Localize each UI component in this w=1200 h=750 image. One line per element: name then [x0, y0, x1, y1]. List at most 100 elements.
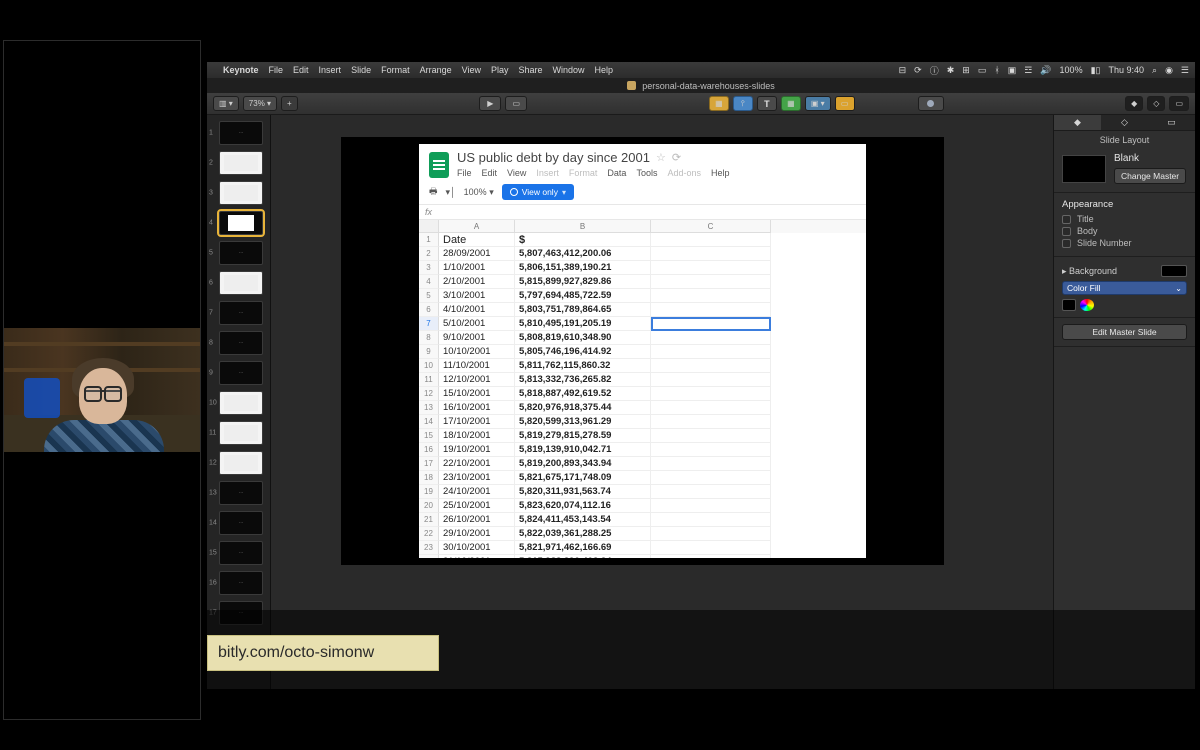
slide-thumbnail[interactable]: 15···	[219, 541, 264, 565]
slide-thumbnail[interactable]: 17···	[219, 601, 264, 625]
edit-master-slide-button[interactable]: Edit Master Slide	[1062, 324, 1187, 340]
menu-format[interactable]: Format	[381, 65, 410, 75]
insert-text-button[interactable]: T	[757, 96, 777, 111]
slide-thumbnail[interactable]: 13···	[219, 481, 264, 505]
collaborate-button[interactable]	[918, 96, 944, 111]
sheets-menu-item: Add-ons	[667, 168, 701, 178]
table-row: 1215/10/20015,818,887,492,619.52	[419, 387, 866, 401]
slide-thumbnail[interactable]: 7···	[219, 301, 264, 325]
sheets-menu-item: File	[457, 168, 472, 178]
background-swatch[interactable]	[1161, 265, 1187, 277]
notifications-icon[interactable]: ☰	[1181, 65, 1189, 76]
play-button[interactable]: ▶	[479, 96, 501, 111]
table-row: 1518/10/20015,819,279,815,278.59	[419, 429, 866, 443]
table-row: 2126/10/20015,824,411,453,143.54	[419, 513, 866, 527]
evernote-icon[interactable]: ✱	[947, 65, 955, 76]
display-icon[interactable]: ▭	[978, 65, 987, 76]
bluetooth-icon[interactable]: ᚼ	[994, 65, 999, 75]
animate-inspector-button[interactable]: ◇	[1147, 96, 1165, 111]
info-icon[interactable]: ⓘ	[930, 64, 939, 77]
menu-play[interactable]: Play	[491, 65, 509, 75]
master-name: Blank	[1114, 153, 1186, 164]
zoom-button[interactable]: 73% ▾	[243, 96, 277, 111]
volume-icon[interactable]: 🔊	[1040, 65, 1051, 76]
format-inspector-button[interactable]: ◆	[1125, 96, 1143, 111]
battery-pct[interactable]: 100%	[1060, 65, 1083, 75]
insert-chart-button[interactable]: ⫯	[733, 96, 753, 111]
insert-media-button[interactable]: ▣ ▾	[805, 96, 831, 111]
change-master-button[interactable]: Change Master	[1114, 168, 1186, 184]
view-mode-button[interactable]: ▥ ▾	[213, 96, 239, 111]
inspector-tab-document[interactable]: ▭	[1148, 115, 1195, 130]
master-preview	[1062, 155, 1106, 183]
table-row: 228/09/20015,807,463,412,200.06	[419, 247, 866, 261]
slide-thumbnail[interactable]: 10	[219, 391, 264, 415]
sheets-menu-item: View	[507, 168, 526, 178]
menu-view[interactable]: View	[462, 65, 481, 75]
slide-thumbnail[interactable]: 11	[219, 421, 264, 445]
background-label[interactable]: Background	[1069, 266, 1117, 276]
table-row: 89/10/20015,808,819,610,348.90	[419, 331, 866, 345]
table-row: 2025/10/20015,823,620,074,112.16	[419, 499, 866, 513]
insert-comment-button[interactable]: ▭	[835, 96, 855, 111]
slide-thumbnail[interactable]: 2	[219, 151, 264, 175]
color-swatch-black[interactable]	[1062, 299, 1076, 311]
sheets-menu-item: Help	[711, 168, 730, 178]
table-row: 2431/10/20015,815,983,290,402.24	[419, 555, 866, 558]
menu-file[interactable]: File	[269, 65, 284, 75]
document-icon	[627, 81, 636, 90]
webcam-panel	[3, 40, 201, 720]
col-header-b: B	[515, 220, 651, 233]
dropbox-icon[interactable]: ⊟	[899, 65, 907, 76]
formula-bar: fx	[419, 205, 866, 220]
battery-icon[interactable]: ▮▯	[1091, 65, 1101, 76]
menu-slide[interactable]: Slide	[351, 65, 371, 75]
menu-share[interactable]: Share	[519, 65, 543, 75]
slide-canvas[interactable]: US public debt by day since 2001 ☆ ⟳ Fil…	[271, 115, 1053, 689]
menu-help[interactable]: Help	[595, 65, 614, 75]
menu-arrange[interactable]: Arrange	[420, 65, 452, 75]
clock[interactable]: Thu 9:40	[1108, 65, 1144, 75]
slide-navigator[interactable]: 1··· 2 3 4 5··· 6 7··· 8··· 9··· 10 11 12 13··· 14···…	[207, 115, 271, 689]
insert-shape-button[interactable]: ▦	[781, 96, 801, 111]
add-slide-button[interactable]: +	[281, 96, 298, 111]
grid-icon[interactable]: ⊞	[962, 65, 970, 76]
inspector-tab-format[interactable]: ◆	[1054, 115, 1101, 130]
slide-thumbnail[interactable]: 6	[219, 271, 264, 295]
inspector-tab-animate[interactable]: ◇	[1101, 115, 1148, 130]
background-fill-select[interactable]: Color Fill⌄	[1062, 281, 1187, 295]
checkbox-slide-number[interactable]: Slide Number	[1062, 238, 1187, 248]
sheets-zoom: 100% ▾	[464, 187, 494, 198]
menu-window[interactable]: Window	[553, 65, 585, 75]
slide-thumbnail[interactable]: 1···	[219, 121, 264, 145]
insert-table-button[interactable]: ▦	[709, 96, 729, 111]
menu-insert[interactable]: Insert	[319, 65, 342, 75]
spreadsheet-title: US public debt by day since 2001	[457, 150, 650, 165]
sheets-menu-item: Data	[607, 168, 626, 178]
slide-thumbnail[interactable]: 3	[219, 181, 264, 205]
siri-icon[interactable]: ◉	[1165, 65, 1173, 76]
slide-thumbnail[interactable]: 16···	[219, 571, 264, 595]
sheets-menu-item: Insert	[536, 168, 559, 178]
sync-icon[interactable]: ⟳	[914, 65, 922, 76]
menu-edit[interactable]: Edit	[293, 65, 309, 75]
slide-thumbnail[interactable]: 4	[219, 211, 264, 235]
present-button[interactable]: ▭	[505, 96, 527, 111]
document-inspector-button[interactable]: ▭	[1169, 96, 1189, 111]
checkbox-title[interactable]: Title	[1062, 214, 1187, 224]
slide-thumbnail[interactable]: 12	[219, 451, 264, 475]
macos-menubar[interactable]: Keynote File Edit Insert Slide Format Ar…	[207, 62, 1195, 78]
app-name[interactable]: Keynote	[223, 65, 259, 75]
wifi-icon[interactable]: ☲	[1024, 65, 1032, 76]
current-slide[interactable]: US public debt by day since 2001 ☆ ⟳ Fil…	[341, 137, 944, 565]
spotlight-icon[interactable]: ⌕	[1152, 65, 1157, 76]
checkbox-body[interactable]: Body	[1062, 226, 1187, 236]
color-wheel-icon[interactable]	[1080, 299, 1094, 311]
app-icon[interactable]: ▣	[1008, 65, 1017, 76]
slide-thumbnail[interactable]: 14···	[219, 511, 264, 535]
slide-thumbnail[interactable]: 9···	[219, 361, 264, 385]
slide-thumbnail[interactable]: 5···	[219, 241, 264, 265]
slide-thumbnail[interactable]: 8···	[219, 331, 264, 355]
window-titlebar[interactable]: personal-data-warehouses-slides	[207, 78, 1195, 93]
table-row: 1619/10/20015,819,139,910,042.71	[419, 443, 866, 457]
